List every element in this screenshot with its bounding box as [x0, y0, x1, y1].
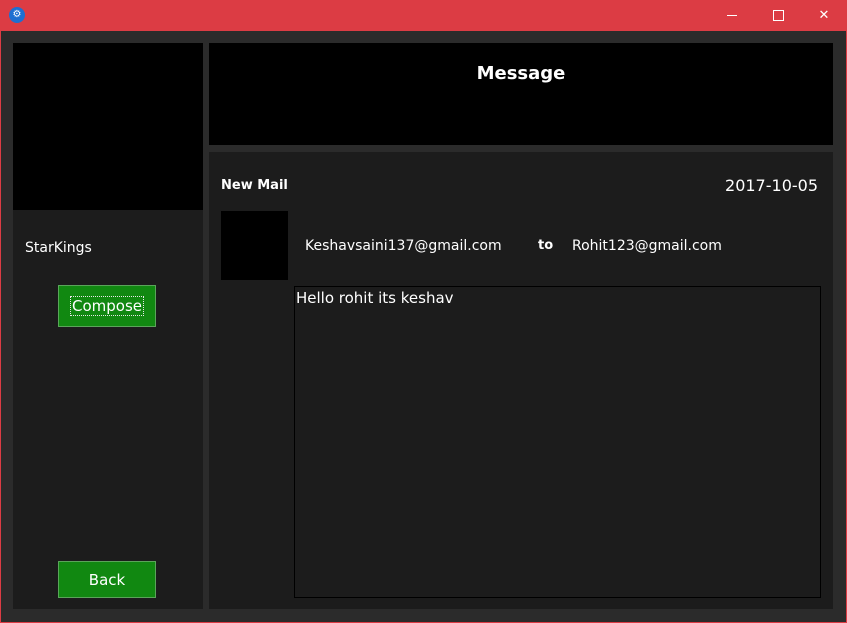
recipient-email: Rohit123@gmail.com: [572, 238, 722, 254]
app-logo-icon: ⚙: [9, 7, 25, 23]
maximize-button[interactable]: [755, 0, 801, 31]
username-label: StarKings: [25, 240, 92, 256]
message-panel: New Mail 2017-10-05 Keshavsaini137@gmail…: [209, 152, 833, 609]
page-title: Message: [476, 63, 566, 84]
back-button[interactable]: Back: [58, 561, 156, 598]
close-button[interactable]: ✕: [801, 0, 847, 31]
compose-button[interactable]: Compose: [58, 285, 156, 327]
sender-avatar: [221, 211, 288, 280]
mail-type-label: New Mail: [221, 178, 288, 193]
close-icon: ✕: [818, 8, 830, 23]
client-area: StarKings Compose Back Message New Mail …: [1, 31, 846, 622]
header-panel: Message: [209, 43, 833, 145]
title-bar[interactable]: ⚙ ✕: [0, 0, 847, 31]
app-window: ⚙ ✕ StarKings Compose Back Message New M…: [0, 0, 847, 623]
mail-date: 2017-10-05: [725, 176, 818, 195]
compose-button-label: Compose: [69, 296, 144, 316]
message-body-text: Hello rohit its keshav: [296, 289, 454, 307]
minimize-icon: [727, 15, 737, 16]
sidebar: StarKings Compose Back: [13, 43, 203, 609]
to-label: to: [538, 238, 554, 253]
message-body-field[interactable]: Hello rohit its keshav: [294, 286, 821, 598]
minimize-button[interactable]: [709, 0, 755, 31]
sender-email: Keshavsaini137@gmail.com: [305, 238, 502, 254]
maximize-icon: [772, 10, 784, 21]
user-avatar: [13, 43, 203, 210]
